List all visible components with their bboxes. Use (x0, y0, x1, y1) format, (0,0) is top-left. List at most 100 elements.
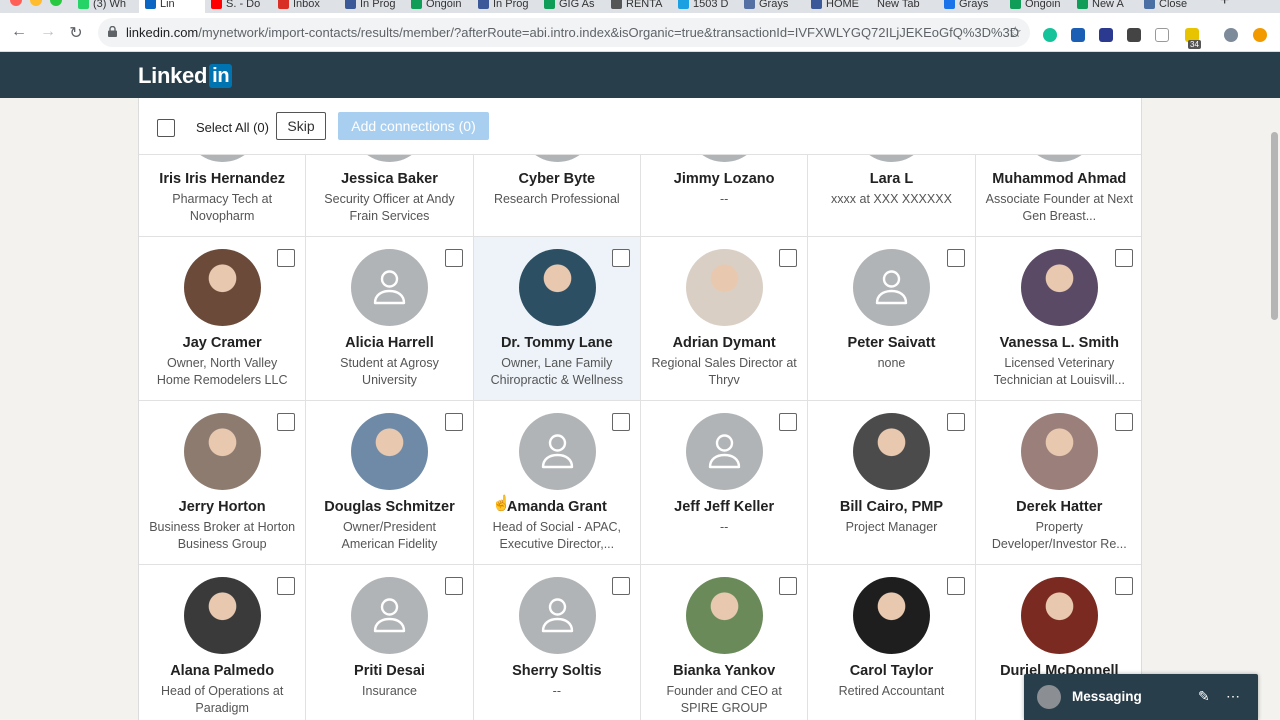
contact-checkbox[interactable] (444, 413, 463, 431)
contact-card[interactable]: Bianka Yankov Founder and CEO at SPIRE GR… (641, 565, 809, 720)
extension-icon[interactable] (1253, 28, 1267, 42)
browser-tab[interactable]: Lin (139, 0, 205, 13)
contact-card[interactable]: Adrian Dymant Regional Sales Director at … (641, 237, 809, 400)
browser-tab[interactable]: HOME (805, 0, 871, 13)
contact-card[interactable]: Cyber Byte Research Professional (474, 98, 641, 236)
contact-name: Iris Iris Hernandez (159, 171, 286, 187)
browser-tab[interactable]: RENTA (605, 0, 671, 13)
contact-checkbox[interactable] (779, 577, 798, 595)
extension-icon[interactable] (1099, 28, 1113, 42)
browser-tab[interactable]: In Prog (472, 0, 538, 13)
compose-icon[interactable]: ✎ (1198, 688, 1210, 705)
contact-card[interactable]: Iris Iris Hernandez Pharmacy Tech at Novo… (139, 98, 307, 236)
browser-tab-bar: (3) Wh Lin S. - Do Inbox In Prog Ongoin In Pro… (0, 0, 1280, 13)
browser-tab[interactable]: Grays (738, 0, 804, 13)
tab-label: Lin (160, 0, 175, 10)
window-close-button[interactable] (10, 0, 22, 6)
contact-name: Sherry Soltis (512, 663, 602, 679)
extension-icon[interactable] (1155, 28, 1169, 42)
skip-button[interactable]: Skip (276, 112, 326, 140)
browser-tab[interactable]: Close (1138, 0, 1204, 13)
linkedin-logo[interactable]: Linked in (138, 63, 233, 89)
contact-checkbox[interactable] (444, 577, 463, 595)
contact-card[interactable]: Derek Hatter Property Developer/Investor … (976, 401, 1141, 564)
contact-checkbox[interactable] (946, 413, 965, 431)
select-all-checkbox[interactable] (157, 119, 175, 137)
contact-card[interactable]: Carol Taylor Retired Accountant (808, 565, 976, 720)
contact-checkbox[interactable] (1114, 577, 1133, 595)
contact-card[interactable]: Bill Cairo, PMP Project Manager (808, 401, 976, 564)
avatar (685, 249, 763, 326)
contact-checkbox[interactable] (611, 249, 630, 267)
contact-card[interactable]: Lara L xxxx at XXX XXXXXX (808, 98, 976, 236)
new-tab-button[interactable]: + (1214, 0, 1229, 9)
contact-card[interactable]: Alana Palmedo Head of Operations at Parad… (139, 565, 307, 720)
contact-card[interactable]: Muhammod Ahmad Associate Founder at Next … (976, 98, 1141, 236)
tab-favicon-icon (78, 0, 89, 9)
contact-card[interactable]: Jessica Baker Security Officer at Andy Fr… (306, 98, 474, 236)
contact-checkbox[interactable] (277, 577, 296, 595)
contact-checkbox[interactable] (444, 249, 463, 267)
window-zoom-button[interactable] (50, 0, 62, 6)
contact-card[interactable]: Jerry Horton Business Broker at Horton Bu… (139, 401, 307, 564)
tab-label: Inbox (293, 0, 320, 10)
contact-card[interactable]: Jay Cramer Owner, North Valley Home Remod… (139, 237, 307, 400)
browser-tab[interactable]: S. - Do (205, 0, 271, 13)
reload-icon[interactable]: ↻ (66, 23, 86, 43)
page-scrollbar[interactable] (1271, 132, 1278, 320)
contact-card[interactable]: Alicia Harrell Student at Agrosy Universi… (306, 237, 474, 400)
contact-card[interactable]: Douglas Schmitzer Owner/President America… (306, 401, 474, 564)
contact-checkbox[interactable] (779, 249, 798, 267)
browser-tab[interactable]: New Tab (871, 0, 937, 13)
browser-tab[interactable]: New A (1071, 0, 1137, 13)
tab-favicon-icon (811, 0, 822, 9)
hand-cursor-icon: ☝ (492, 495, 511, 512)
contact-checkbox[interactable] (1114, 413, 1133, 431)
back-arrow-icon[interactable]: ← (9, 23, 29, 41)
forward-arrow-icon[interactable]: → (38, 23, 58, 41)
contact-name: Jessica Baker (341, 171, 438, 187)
select-all-label[interactable]: Select All (0) (196, 120, 269, 135)
browser-tab[interactable]: Ongoin (405, 0, 471, 13)
avatar (518, 249, 596, 326)
browser-tab[interactable]: (3) Wh (72, 0, 138, 13)
bookmark-star-icon[interactable]: ☆ (1009, 23, 1022, 41)
contact-checkbox[interactable] (946, 577, 965, 595)
contact-card[interactable]: Priti Desai Insurance (306, 565, 474, 720)
contact-card[interactable]: Jimmy Lozano -- (641, 98, 809, 236)
avatar (1020, 577, 1098, 654)
contact-checkbox[interactable] (277, 249, 296, 267)
browser-tab[interactable]: GIG As (538, 0, 604, 13)
contact-checkbox[interactable] (611, 577, 630, 595)
contact-card[interactable]: Peter Saivatt none (808, 237, 976, 400)
tab-favicon-icon (345, 0, 356, 9)
browser-tab[interactable]: Inbox (272, 0, 338, 13)
more-options-icon[interactable]: ⋯ (1226, 688, 1240, 705)
grammarly-extension-icon[interactable] (1043, 28, 1057, 42)
add-connections-button[interactable]: Add connections (0) (338, 112, 489, 140)
browser-tab[interactable]: In Prog (339, 0, 405, 13)
contact-card[interactable]: Dr. Tommy Lane Owner, Lane Family Chiropr… (473, 237, 641, 400)
contact-checkbox[interactable] (277, 413, 296, 431)
contact-name: Jimmy Lozano (673, 171, 775, 187)
facebook-extension-icon[interactable] (1127, 28, 1141, 42)
tab-label: In Prog (493, 0, 529, 10)
contact-checkbox[interactable] (779, 413, 798, 431)
tab-favicon-icon (145, 0, 156, 9)
browser-tab[interactable]: Grays (938, 0, 1004, 13)
extension-icon[interactable] (1071, 28, 1085, 42)
contact-checkbox[interactable] (1114, 249, 1133, 267)
contact-checkbox[interactable] (611, 413, 630, 431)
profile-avatar[interactable] (1224, 28, 1238, 42)
contact-card[interactable]: Jeff Jeff Keller -- (641, 401, 809, 564)
window-minimize-button[interactable] (30, 0, 42, 6)
address-bar[interactable]: linkedin.com/mynetwork/import-contacts/r… (98, 18, 1030, 47)
contact-checkbox[interactable] (946, 249, 965, 267)
contact-card[interactable]: Sherry Soltis -- (474, 565, 641, 720)
tab-favicon-icon (478, 0, 489, 9)
contact-card[interactable]: Amanda Grant Head of Social - APAC, Execu… (474, 401, 641, 564)
browser-tab[interactable]: Ongoin (1004, 0, 1070, 13)
browser-tab[interactable]: 1503 D (672, 0, 738, 13)
messaging-bar[interactable]: Messaging ✎ ⋯ (1024, 674, 1258, 720)
contact-card[interactable]: Vanessa L. Smith Licensed Veterinary Tech… (976, 237, 1141, 400)
